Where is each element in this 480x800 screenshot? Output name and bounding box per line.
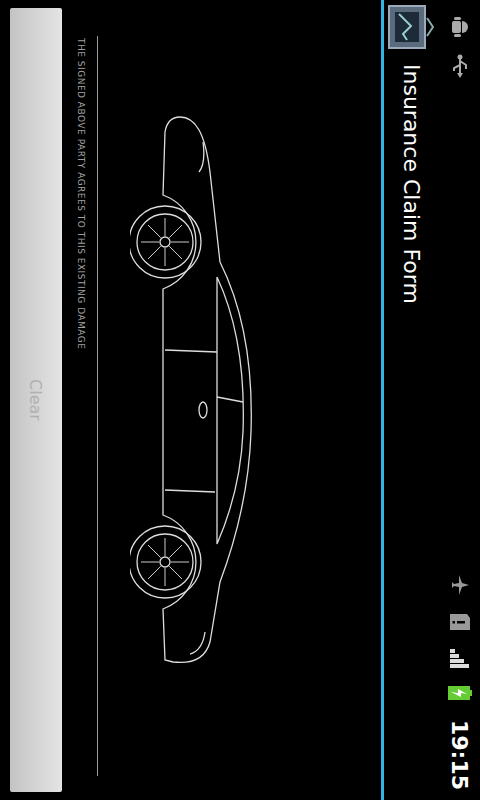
drawing-canvas[interactable] [98,0,381,800]
screen: 19:15 Insurance Claim Form THE SIGNED ABOV… [0,0,480,800]
action-bar: Insurance Claim Form [381,0,440,800]
usb-icon [449,54,471,78]
signal-icon [449,648,471,670]
android-debug-icon [449,16,471,38]
sd-card-warning-icon [449,612,471,632]
airplane-off-icon [449,574,471,596]
clear-button[interactable]: Clear [10,8,62,792]
clock: 19:15 [448,720,473,790]
signature-line[interactable]: THE SIGNED ABOVE PARTY AGREES TO THIS EX… [68,36,98,776]
status-bar: 19:15 [440,0,480,800]
title: Insurance Claim Form [400,64,425,304]
car-outline-drawing[interactable] [130,112,265,672]
disclaimer: THE SIGNED ABOVE PARTY AGREES TO THIS EX… [76,38,86,350]
battery-icon [448,686,472,700]
app-icon[interactable] [387,4,437,50]
